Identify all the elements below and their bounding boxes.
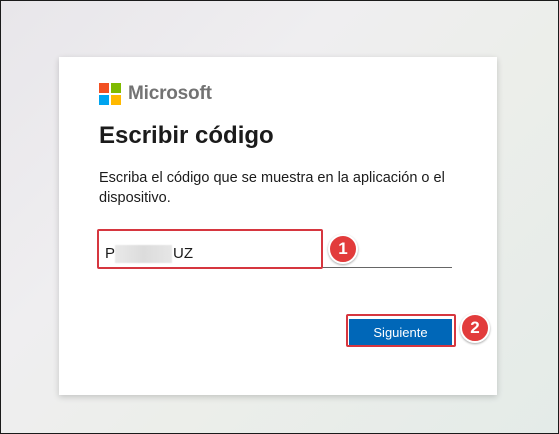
microsoft-grid-icon	[99, 83, 121, 105]
microsoft-wordmark: Microsoft	[128, 83, 212, 104]
step2-highlight	[346, 314, 456, 347]
page-title: Escribir código	[99, 122, 274, 149]
step1-badge: 1	[328, 234, 358, 264]
page-description: Escriba el código que se muestra en la a…	[99, 170, 445, 206]
microsoft-logo: Microsoft	[99, 82, 212, 106]
step2-badge: 2	[460, 313, 490, 343]
step1-highlight	[97, 229, 323, 269]
